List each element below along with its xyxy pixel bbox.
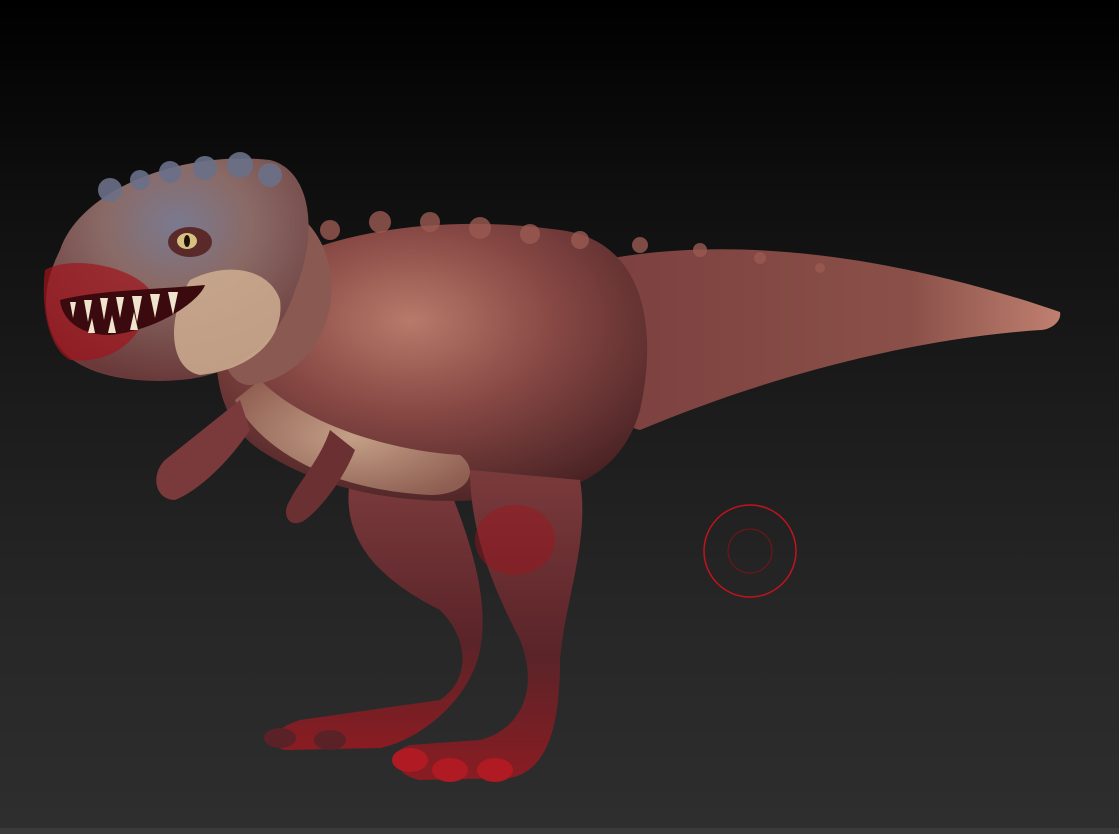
sculpt-viewport[interactable] [0, 0, 1119, 834]
viewport-canvas[interactable] [0, 0, 1119, 828]
pupil [184, 235, 190, 247]
back-leg [273, 480, 483, 750]
left-arm [156, 400, 250, 500]
viewport-bottom-edge [0, 828, 1119, 834]
blood-splatter-knee [475, 505, 555, 575]
t-rex-model[interactable] [43, 152, 1061, 782]
brush-cursor[interactable] [703, 504, 797, 598]
brush-outer-ring [703, 504, 797, 598]
brush-inner-ring [727, 528, 773, 574]
